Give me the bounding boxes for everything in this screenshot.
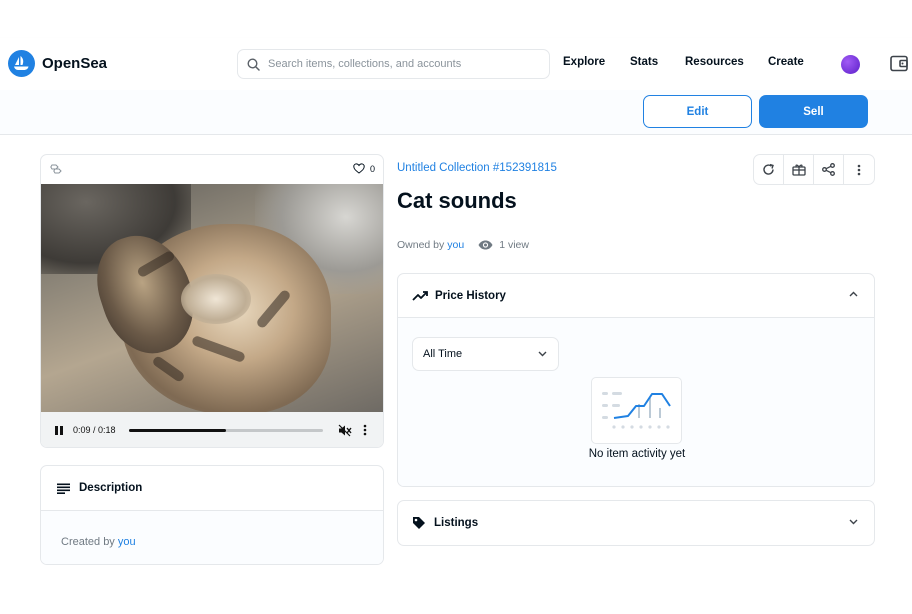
opensea-logo-icon bbox=[8, 50, 35, 77]
video-controls: 0:09 / 0:18 bbox=[41, 412, 383, 447]
favorite-count: 0 bbox=[369, 163, 375, 174]
video-more-icon[interactable] bbox=[363, 424, 367, 436]
ownership-info: Owned by you 1 view bbox=[397, 239, 529, 251]
nav-create[interactable]: Create bbox=[768, 56, 804, 68]
owned-by-label: Owned by bbox=[397, 239, 445, 251]
collection-link[interactable]: Untitled Collection #152391815 bbox=[397, 162, 557, 174]
video-player[interactable] bbox=[41, 184, 383, 412]
description-icon bbox=[57, 483, 70, 494]
description-title: Description bbox=[79, 482, 143, 494]
nav-stats[interactable]: Stats bbox=[630, 56, 658, 68]
refresh-button[interactable] bbox=[754, 155, 784, 184]
nav-resources[interactable]: Resources bbox=[685, 56, 744, 68]
gift-icon bbox=[791, 164, 806, 176]
video-progress-fill bbox=[129, 429, 226, 432]
cat-face bbox=[181, 274, 251, 324]
time-range-value: All Time bbox=[423, 348, 463, 360]
transfer-button[interactable] bbox=[784, 155, 814, 184]
price-history-body: All Time No item activity yet bbox=[398, 318, 874, 486]
owner-link[interactable]: you bbox=[447, 239, 464, 251]
trending-icon bbox=[412, 290, 428, 301]
video-time: 0:09 / 0:18 bbox=[73, 425, 116, 435]
opensea-logo[interactable]: OpenSea bbox=[8, 50, 107, 77]
description-body: Created by you bbox=[41, 511, 383, 564]
price-history-title: Price History bbox=[435, 289, 506, 302]
search-input[interactable]: Search items, collections, and accounts bbox=[237, 49, 550, 79]
owner-action-bar: Edit Sell bbox=[0, 90, 912, 135]
share-button[interactable] bbox=[814, 155, 844, 184]
nav-explore[interactable]: Explore bbox=[563, 56, 605, 68]
chevron-up-icon[interactable] bbox=[849, 291, 858, 297]
edit-button[interactable]: Edit bbox=[643, 95, 752, 128]
item-toolbar bbox=[753, 154, 875, 185]
refresh-icon bbox=[763, 163, 774, 175]
empty-chart-illustration bbox=[591, 377, 682, 444]
eye-icon bbox=[478, 240, 493, 250]
more-vertical-icon bbox=[857, 164, 861, 175]
search-icon bbox=[247, 57, 260, 71]
created-by-label: Created by bbox=[61, 536, 115, 548]
item-title: Cat sounds bbox=[397, 188, 517, 213]
search-placeholder: Search items, collections, and accounts bbox=[268, 58, 462, 70]
top-nav: OpenSea Search items, collections, and a… bbox=[0, 38, 912, 90]
pause-icon[interactable] bbox=[55, 426, 63, 435]
media-card: 0 0:09 / 0:18 bbox=[40, 154, 384, 448]
description-panel: Description Created by you bbox=[40, 465, 384, 565]
media-card-header: 0 bbox=[41, 155, 383, 184]
creator-link[interactable]: you bbox=[118, 536, 136, 548]
video-progress-slider[interactable] bbox=[129, 429, 323, 432]
price-history-header[interactable]: Price History bbox=[398, 274, 874, 318]
wallet-icon[interactable] bbox=[890, 55, 908, 77]
description-header[interactable]: Description bbox=[41, 466, 383, 511]
more-options-button[interactable] bbox=[844, 155, 874, 184]
listings-panel[interactable]: Listings bbox=[397, 500, 875, 546]
mute-icon[interactable] bbox=[338, 424, 352, 437]
favorite-button[interactable]: 0 bbox=[353, 163, 375, 174]
chain-icon bbox=[50, 164, 62, 174]
time-range-select[interactable]: All Time bbox=[412, 337, 559, 371]
price-history-panel: Price History All Time No item activity … bbox=[397, 273, 875, 487]
listings-title: Listings bbox=[434, 517, 479, 529]
tag-icon bbox=[413, 517, 425, 529]
brand-name: OpenSea bbox=[42, 55, 108, 72]
chevron-down-icon[interactable] bbox=[849, 519, 858, 525]
view-count: 1 view bbox=[478, 239, 529, 251]
view-count-text: 1 view bbox=[499, 239, 529, 251]
profile-avatar[interactable] bbox=[841, 55, 860, 74]
chevron-down-icon bbox=[538, 351, 547, 357]
share-icon bbox=[822, 163, 835, 176]
heart-icon bbox=[353, 163, 365, 174]
no-activity-message: No item activity yet bbox=[588, 448, 686, 460]
empty-chart-icon bbox=[602, 392, 671, 429]
sell-button[interactable]: Sell bbox=[759, 95, 868, 128]
